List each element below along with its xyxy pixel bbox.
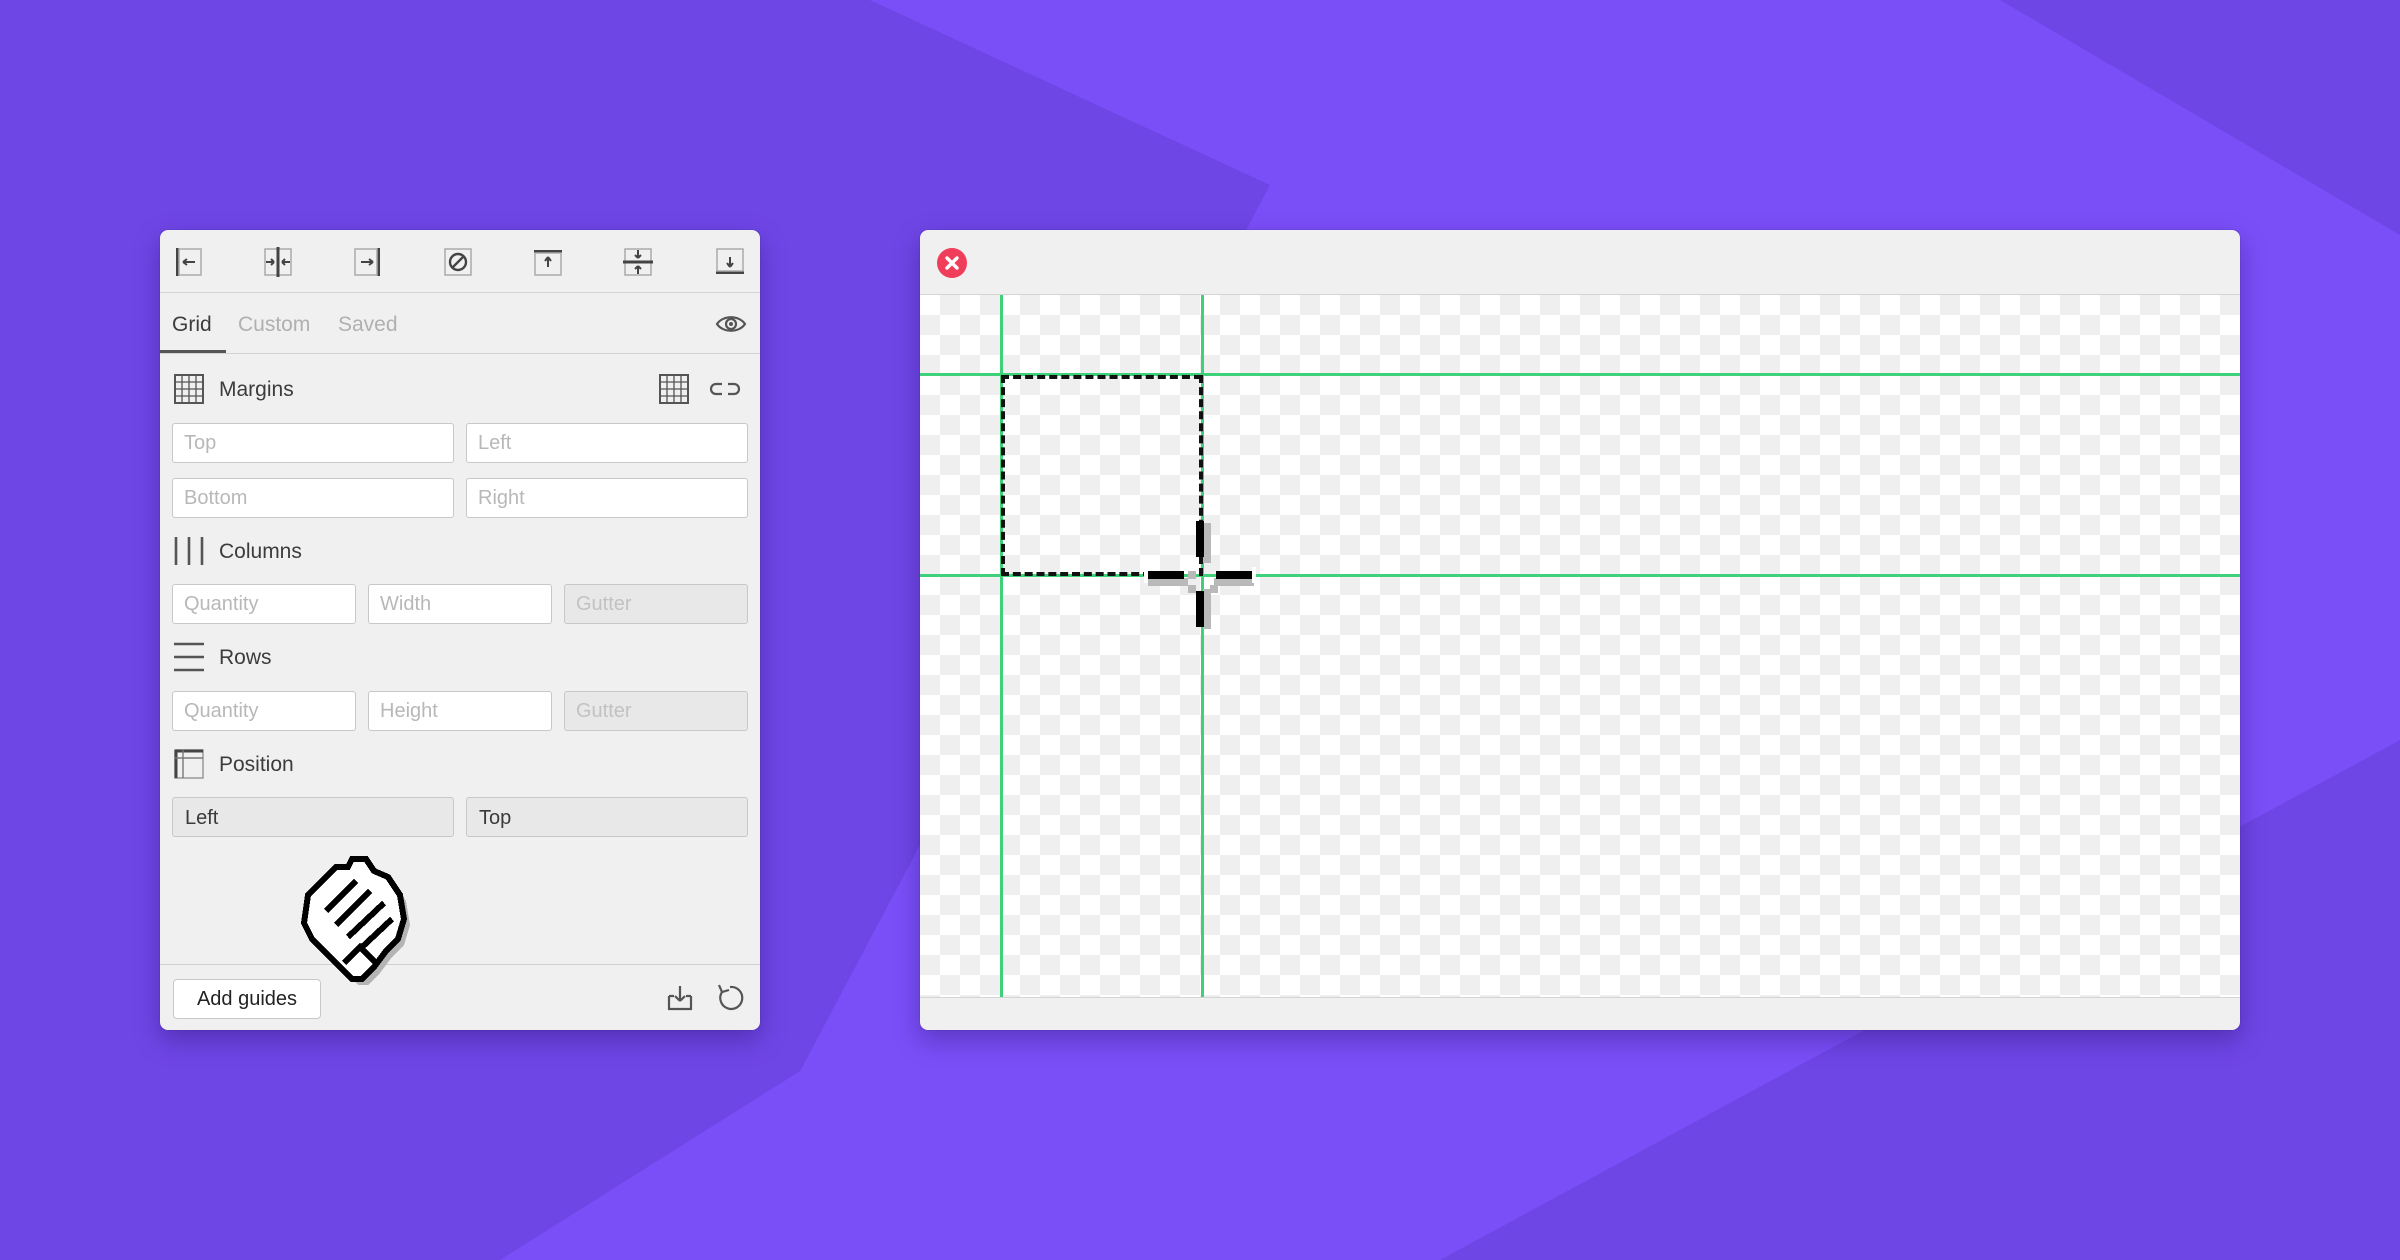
close-icon[interactable] <box>936 247 968 279</box>
rows-quantity-input[interactable] <box>172 691 356 731</box>
rows-icon <box>174 642 204 672</box>
columns-icon <box>174 537 204 565</box>
rows-title: Rows <box>219 646 272 669</box>
margin-top-input[interactable] <box>172 423 454 463</box>
rows-height-input[interactable] <box>368 691 552 731</box>
panel-footer: Add guides <box>160 964 760 1030</box>
guides-panel: Grid Custom Saved Margins Columns Rows <box>160 230 760 1030</box>
margin-left-input[interactable] <box>466 423 748 463</box>
reset-icon[interactable] <box>712 980 748 1016</box>
position-horizontal-select[interactable]: Left <box>172 797 454 837</box>
columns-title: Columns <box>219 540 302 563</box>
tab-bar: Grid Custom Saved <box>160 293 760 354</box>
clear-icon[interactable] <box>440 244 476 280</box>
alignment-toolbar <box>160 230 760 293</box>
align-top-icon[interactable] <box>530 244 566 280</box>
margins-title: Margins <box>219 378 294 401</box>
columns-quantity-input[interactable] <box>172 584 356 624</box>
grid-margins-icon[interactable] <box>657 372 691 406</box>
align-center-vertical-icon[interactable] <box>620 244 656 280</box>
align-center-horizontal-icon[interactable] <box>260 244 296 280</box>
hand-cursor-icon <box>300 856 410 985</box>
import-icon[interactable] <box>662 980 698 1016</box>
window-titlebar <box>920 230 2240 295</box>
align-bottom-icon[interactable] <box>712 244 748 280</box>
margin-right-input[interactable] <box>466 478 748 518</box>
canvas-window <box>920 230 2240 1030</box>
align-right-icon[interactable] <box>350 244 386 280</box>
tab-saved[interactable]: Saved <box>338 313 398 337</box>
artboard-canvas[interactable] <box>920 295 2240 998</box>
align-left-icon[interactable] <box>170 244 206 280</box>
tab-grid[interactable]: Grid <box>172 313 212 337</box>
link-icon[interactable] <box>708 372 742 406</box>
rows-gutter-input[interactable] <box>564 691 748 731</box>
position-title: Position <box>219 753 294 776</box>
selection-marquee-bottom <box>1001 572 1151 576</box>
margins-icon <box>174 374 204 404</box>
margin-bottom-input[interactable] <box>172 478 454 518</box>
eye-icon[interactable] <box>714 309 748 339</box>
crosshair-cursor-icon <box>1144 521 1256 629</box>
columns-width-input[interactable] <box>368 584 552 624</box>
active-tab-indicator <box>160 350 226 353</box>
tab-custom[interactable]: Custom <box>238 313 310 337</box>
position-vertical-select[interactable]: Top <box>466 797 748 837</box>
columns-gutter-input[interactable] <box>564 584 748 624</box>
position-icon <box>174 749 204 779</box>
